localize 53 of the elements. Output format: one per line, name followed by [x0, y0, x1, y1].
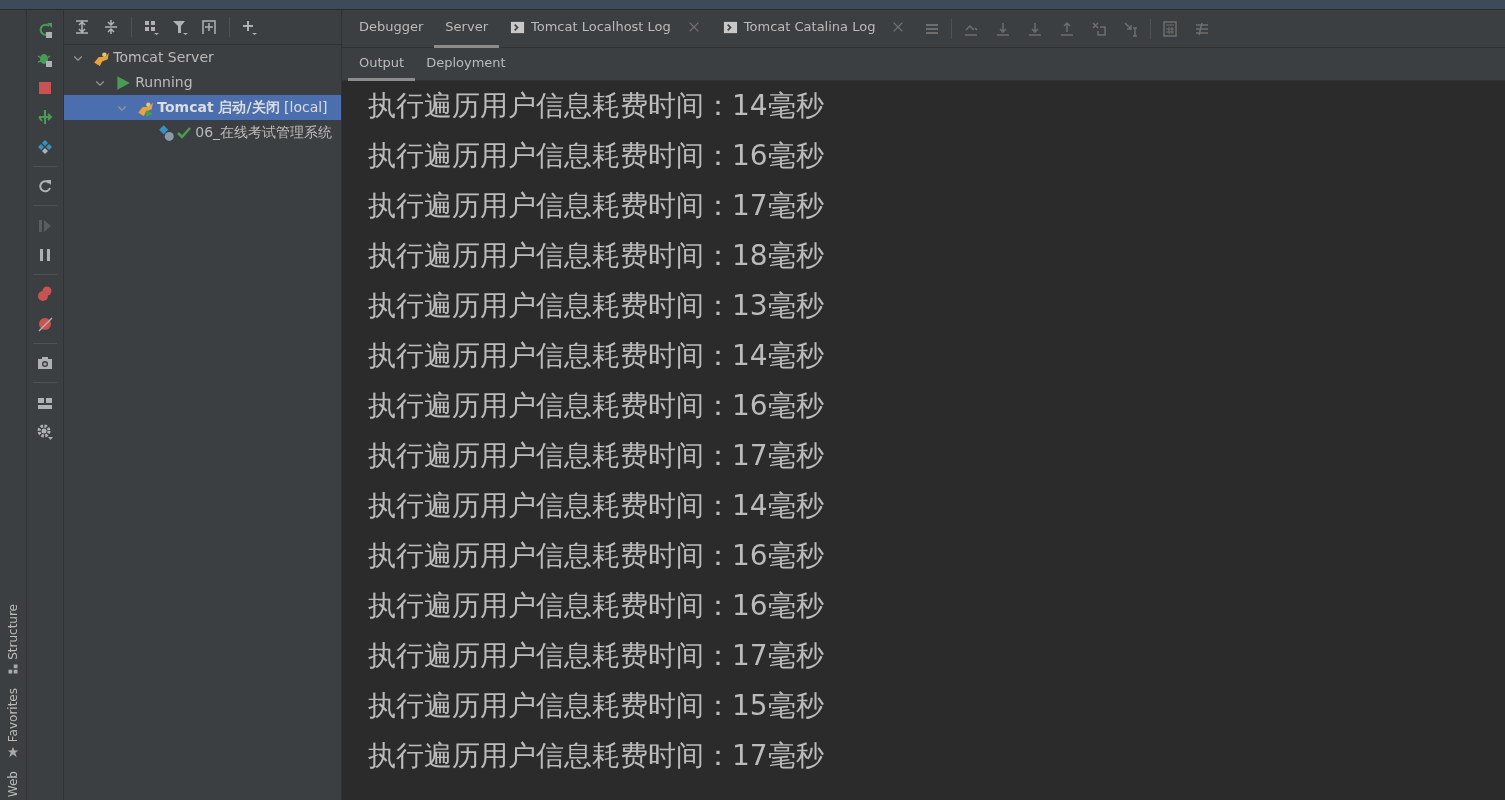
output-line: 执行遍历用户信息耗费时间：14毫秒 — [368, 488, 825, 524]
tab[interactable]: Tomcat Localhost Log — [499, 9, 712, 48]
settings-icon[interactable] — [37, 423, 53, 440]
clear-icon[interactable] — [1091, 20, 1108, 37]
output-line: 执行遍历用户信息耗费时间：14毫秒 — [368, 88, 825, 124]
download-icon[interactable] — [1027, 20, 1044, 37]
tool-window-button[interactable]: Web — [4, 770, 22, 797]
collapse-all-icon[interactable] — [103, 19, 120, 35]
console-icon — [510, 19, 525, 35]
expand-all-icon[interactable] — [74, 19, 90, 35]
filter-icon[interactable] — [172, 19, 188, 35]
deploy-arrows-icon[interactable] — [37, 109, 53, 126]
output-line: 执行遍历用户信息耗费时间：17毫秒 — [368, 638, 825, 674]
artifact-icon — [158, 123, 176, 142]
pause-icon[interactable] — [37, 246, 53, 263]
star-icon — [7, 745, 19, 758]
output-line: 执行遍历用户信息耗费时间：17毫秒 — [368, 438, 825, 474]
download-icon[interactable] — [995, 20, 1012, 37]
tool-window-button[interactable]: Favorites — [4, 688, 22, 758]
output-line: 执行遍历用户信息耗费时间：13毫秒 — [368, 288, 825, 324]
tree-item[interactable]: Tomcat 启动/关闭 [local] — [64, 95, 341, 120]
output-line: 执行遍历用户信息耗费时间：17毫秒 — [368, 188, 825, 224]
mute-breakpoints-icon[interactable] — [37, 315, 53, 332]
run-icon — [114, 73, 132, 92]
camera-icon[interactable] — [37, 355, 53, 371]
output-line: 执行遍历用户信息耗费时间：16毫秒 — [368, 388, 825, 424]
output-line: 执行遍历用户信息耗费时间：15毫秒 — [368, 688, 825, 724]
tab[interactable]: Tomcat Catalina Log — [711, 9, 917, 48]
add-icon[interactable] — [240, 19, 257, 35]
diamond-icon[interactable] — [37, 138, 53, 155]
settings-lines-icon[interactable] — [1194, 20, 1211, 37]
stop-icon[interactable] — [37, 80, 53, 96]
output-line: 执行遍历用户信息耗费时间：18毫秒 — [368, 238, 825, 274]
output-line: 执行遍历用户信息耗费时间：17毫秒 — [368, 738, 825, 774]
console-icon — [722, 19, 738, 35]
rerun-icon[interactable] — [37, 21, 53, 38]
tree-item[interactable]: Running — [64, 70, 341, 95]
refresh-icon[interactable] — [37, 178, 53, 194]
tab[interactable]: Debugger — [348, 9, 435, 48]
tree-item[interactable]: Tomcat Server — [64, 45, 341, 70]
tree-item[interactable]: 06_在线考试管理系统 — [64, 120, 341, 145]
structure-icon — [7, 663, 19, 676]
tool-window-button[interactable]: Structure — [4, 604, 22, 676]
scroll-to-end-icon[interactable] — [1123, 20, 1140, 37]
output-line: 执行遍历用户信息耗费时间：16毫秒 — [368, 138, 825, 174]
add-frame-icon[interactable] — [201, 19, 218, 35]
tab[interactable]: Deployment — [415, 47, 517, 81]
upload-icon[interactable] — [1059, 20, 1076, 37]
breakpoints-icon[interactable] — [37, 286, 53, 303]
output-line: 执行遍历用户信息耗费时间：16毫秒 — [368, 588, 825, 624]
output-line: 执行遍历用户信息耗费时间：14毫秒 — [368, 338, 825, 374]
group-icon[interactable] — [142, 19, 159, 35]
output-line: 执行遍历用户信息耗费时间：16毫秒 — [368, 538, 825, 574]
